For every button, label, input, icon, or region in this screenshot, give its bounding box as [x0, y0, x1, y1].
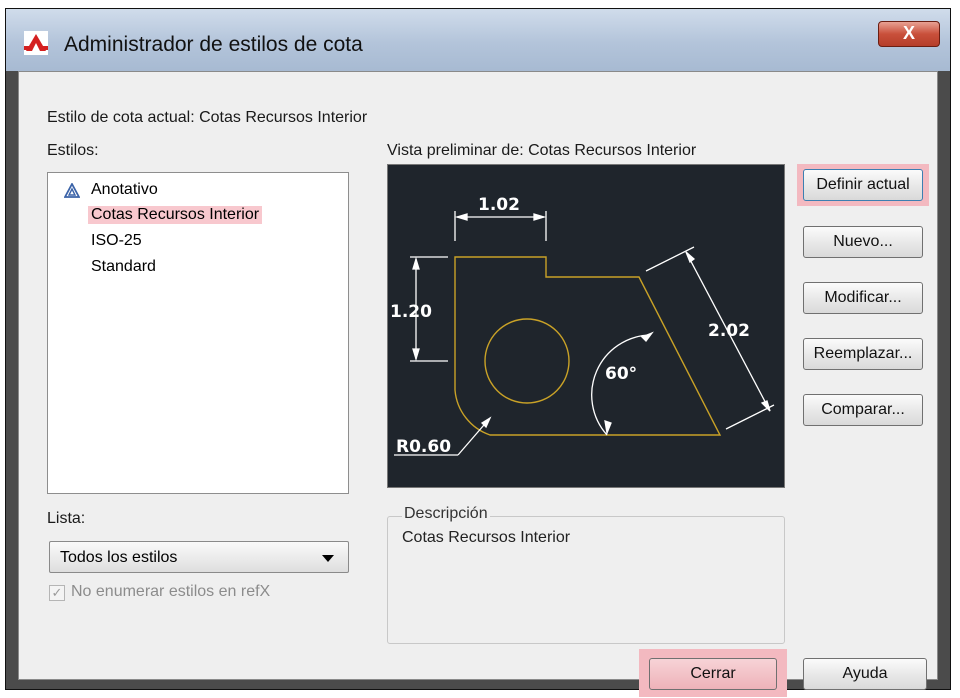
description-group: Descripción Cotas Recursos Interior: [387, 505, 785, 644]
close-button[interactable]: Cerrar: [649, 658, 777, 690]
dialog-body: Estilo de cota actual: Cotas Recursos In…: [18, 71, 938, 697]
xref-checkbox[interactable]: ✓: [49, 585, 65, 601]
chevron-down-icon: [322, 555, 334, 562]
list-filter-value: Todos los estilos: [60, 549, 178, 566]
modify-button[interactable]: Modificar...: [803, 282, 923, 314]
description-label: Descripción: [402, 505, 490, 523]
styles-listbox[interactable]: Anotativo Cotas Recursos Interior ISO-25…: [47, 172, 349, 494]
autocad-app-icon: [24, 31, 48, 55]
styles-label: Estilos:: [47, 142, 99, 159]
style-item-iso-25[interactable]: ISO-25: [91, 232, 142, 250]
geometry: [454, 256, 722, 436]
dimension-style-manager-dialog: Administrador de estilos de cota X Estil…: [5, 8, 951, 697]
close-window-button[interactable]: X: [878, 21, 940, 47]
dim-text-diag: 2.02: [708, 321, 750, 341]
dim-text-angle: 60°: [605, 364, 637, 384]
list-filter-dropdown[interactable]: Todos los estilos: [49, 541, 349, 573]
override-button[interactable]: Reemplazar...: [803, 338, 923, 370]
list-filter-label: Lista:: [47, 510, 86, 527]
style-item-standard[interactable]: Standard: [91, 258, 156, 276]
current-style-label: Estilo de cota actual: Cotas Recursos In…: [47, 109, 368, 126]
dim-text-left: 1.20: [390, 302, 432, 322]
description-value: Cotas Recursos Interior: [402, 529, 571, 546]
window-title: Administrador de estilos de cota: [64, 33, 363, 56]
new-button[interactable]: Nuevo...: [803, 226, 923, 258]
dimension-preview: 1.02 1.20 2.02 60° R0.60: [387, 164, 785, 488]
dim-text-top: 1.02: [478, 195, 520, 215]
xref-checkbox-label: No enumerar estilos en refX: [71, 583, 271, 600]
set-current-button[interactable]: Definir actual: [803, 169, 923, 201]
title-bar[interactable]: Administrador de estilos de cota X: [6, 9, 950, 71]
help-button[interactable]: Ayuda: [803, 658, 927, 690]
preview-label: Vista preliminar de: Cotas Recursos Inte…: [387, 142, 697, 159]
compare-button[interactable]: Comparar...: [803, 394, 923, 426]
dim-text-radius: R0.60: [396, 437, 451, 457]
annotative-icon: [64, 183, 80, 198]
style-item-cotas-recursos-interior[interactable]: Cotas Recursos Interior: [88, 206, 263, 224]
preview-drawing: 1.02 1.20 2.02 60° R0.60: [390, 195, 775, 457]
style-item-anotativo[interactable]: Anotativo: [91, 181, 158, 199]
dimension-texts: 1.02 1.20 2.02 60° R0.60: [390, 195, 750, 457]
